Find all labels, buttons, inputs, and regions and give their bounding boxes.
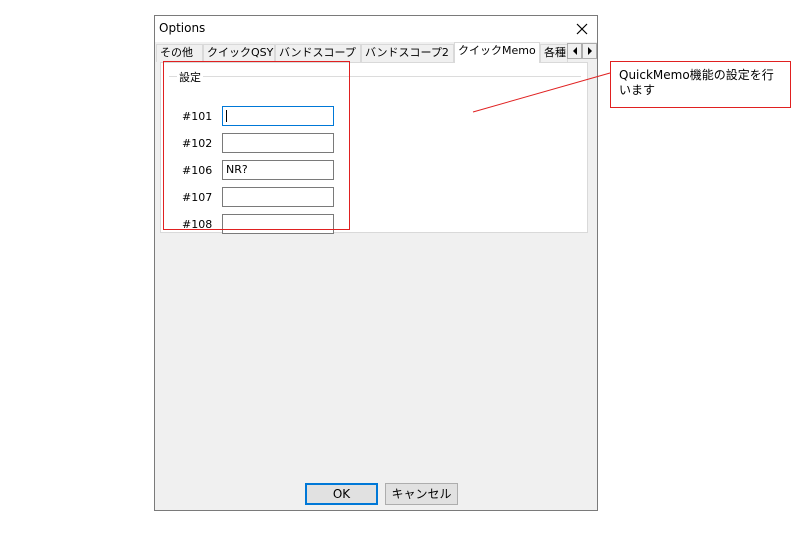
annotation-callout: QuickMemo機能の設定を行います [610,61,791,108]
tab-quick-memo[interactable]: クイックMemo [454,42,540,63]
